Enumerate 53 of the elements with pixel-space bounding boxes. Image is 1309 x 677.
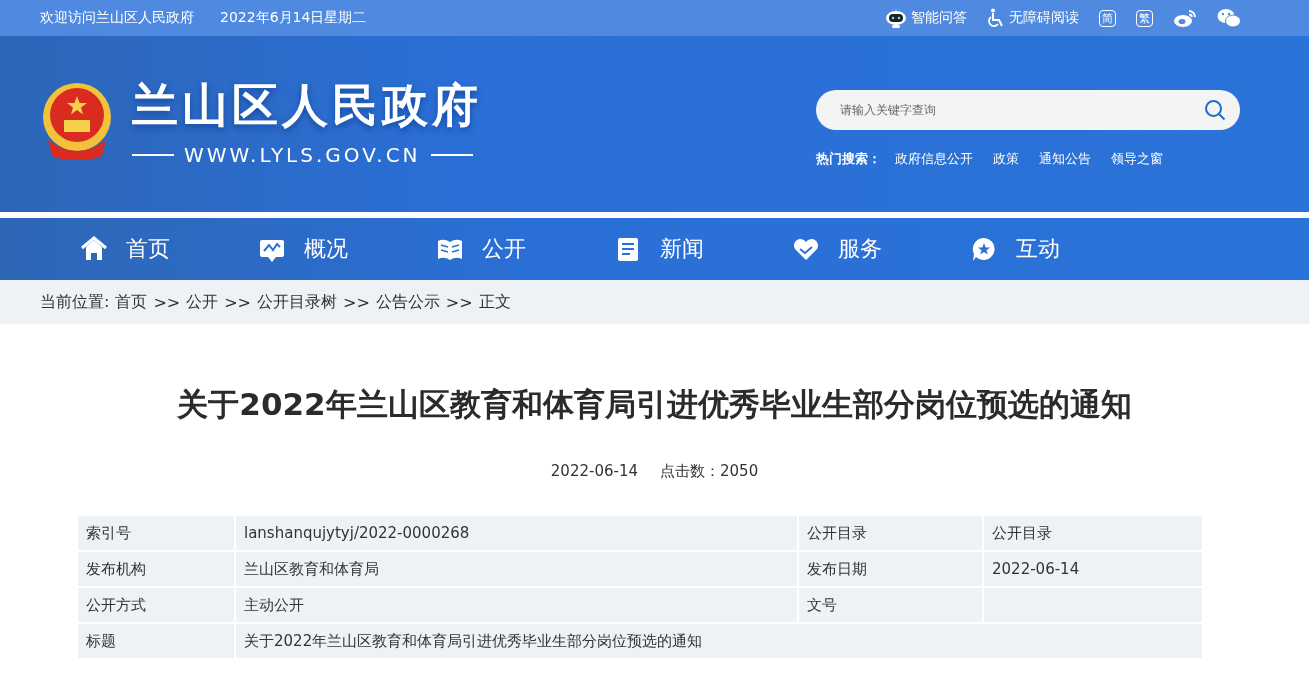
breadcrumb-separator: >> bbox=[445, 292, 473, 312]
table-label-cell: 索引号 bbox=[77, 515, 235, 551]
table-label-cell: 发布机构 bbox=[77, 551, 235, 587]
wechat-icon[interactable] bbox=[1217, 8, 1241, 28]
hot-search-link[interactable]: 领导之窗 bbox=[1111, 150, 1163, 168]
table-label-cell: 标题 bbox=[77, 623, 235, 659]
table-cell: 兰山区教育和体育局 bbox=[235, 551, 798, 587]
qa-link[interactable]: 智能问答 bbox=[911, 9, 967, 27]
accessibility-link[interactable]: 无障碍阅读 bbox=[1009, 9, 1079, 27]
table-label-cell: 文号 bbox=[798, 587, 983, 623]
search-icon[interactable] bbox=[1204, 99, 1226, 121]
nav-link[interactable]: 首页 bbox=[80, 234, 258, 264]
language-button[interactable]: 繁 bbox=[1136, 9, 1153, 27]
breadcrumb-separator: >> bbox=[153, 292, 181, 312]
breadcrumb-link[interactable]: 公告公示 bbox=[375, 291, 440, 313]
hot-search-link[interactable]: 政府信息公开 bbox=[895, 150, 973, 168]
view-count: 点击数：2050 bbox=[660, 462, 759, 481]
nav-link[interactable]: 新闻 bbox=[614, 234, 792, 264]
nav-link[interactable]: 服务 bbox=[792, 234, 970, 264]
site-name: 兰山区人民政府 bbox=[132, 77, 482, 134]
nav-link[interactable]: 概况 bbox=[258, 234, 436, 264]
table-cell: 主动公开 bbox=[235, 587, 798, 623]
breadcrumb-label: 当前位置: bbox=[40, 291, 110, 313]
nav-link[interactable]: 公开 bbox=[436, 234, 614, 264]
table-label-cell: 公开方式 bbox=[77, 587, 235, 623]
weibo-icon[interactable] bbox=[1173, 8, 1197, 28]
breadcrumb-separator: >> bbox=[224, 292, 251, 312]
breadcrumb-separator: >> bbox=[343, 292, 370, 312]
breadcrumb-link[interactable]: 首页 bbox=[115, 291, 148, 313]
speech-bubble-icon bbox=[970, 235, 998, 263]
nav-link[interactable]: 互动 bbox=[970, 234, 1148, 264]
table-label-cell: 发布日期 bbox=[798, 551, 983, 587]
wheelchair-icon[interactable] bbox=[987, 8, 1005, 28]
home-icon bbox=[80, 235, 108, 263]
breadcrumb-link[interactable]: 公开 bbox=[186, 291, 219, 313]
table-cell: 公开目录 bbox=[983, 515, 1203, 551]
table-cell: 关于2022年兰山区教育和体育局引进优秀毕业生部分岗位预选的通知 bbox=[235, 623, 1203, 659]
article-title: 关于2022年兰山区教育和体育局引进优秀毕业生部分岗位预选的通知 bbox=[176, 385, 1133, 424]
table-label-cell: 公开目录 bbox=[798, 515, 983, 551]
search-field[interactable]: 请输入关键字查询 bbox=[816, 90, 1240, 130]
robot-icon[interactable] bbox=[885, 7, 907, 29]
welcome-text: 欢迎访问兰山区人民政府 bbox=[40, 9, 194, 27]
language-button[interactable]: 简 bbox=[1099, 9, 1116, 27]
date-text: 2022年6月14日星期二 bbox=[220, 9, 367, 27]
hot-search-link[interactable]: 通知公告 bbox=[1039, 150, 1091, 168]
publish-date: 2022-06-14 bbox=[550, 462, 638, 481]
table-cell: 2022-06-14 bbox=[983, 551, 1203, 587]
domain-text: WWW.LYLS.GOV.CN bbox=[184, 143, 421, 167]
breadcrumb-link[interactable]: 正文 bbox=[478, 291, 511, 313]
breadcrumb-link[interactable]: 公开目录树 bbox=[257, 291, 337, 313]
hot-search-link[interactable]: 政策 bbox=[993, 150, 1019, 168]
table-cell: lanshanqujytyj/2022-0000268 bbox=[235, 515, 798, 551]
hot-search-label: 热门搜索： bbox=[816, 150, 881, 168]
